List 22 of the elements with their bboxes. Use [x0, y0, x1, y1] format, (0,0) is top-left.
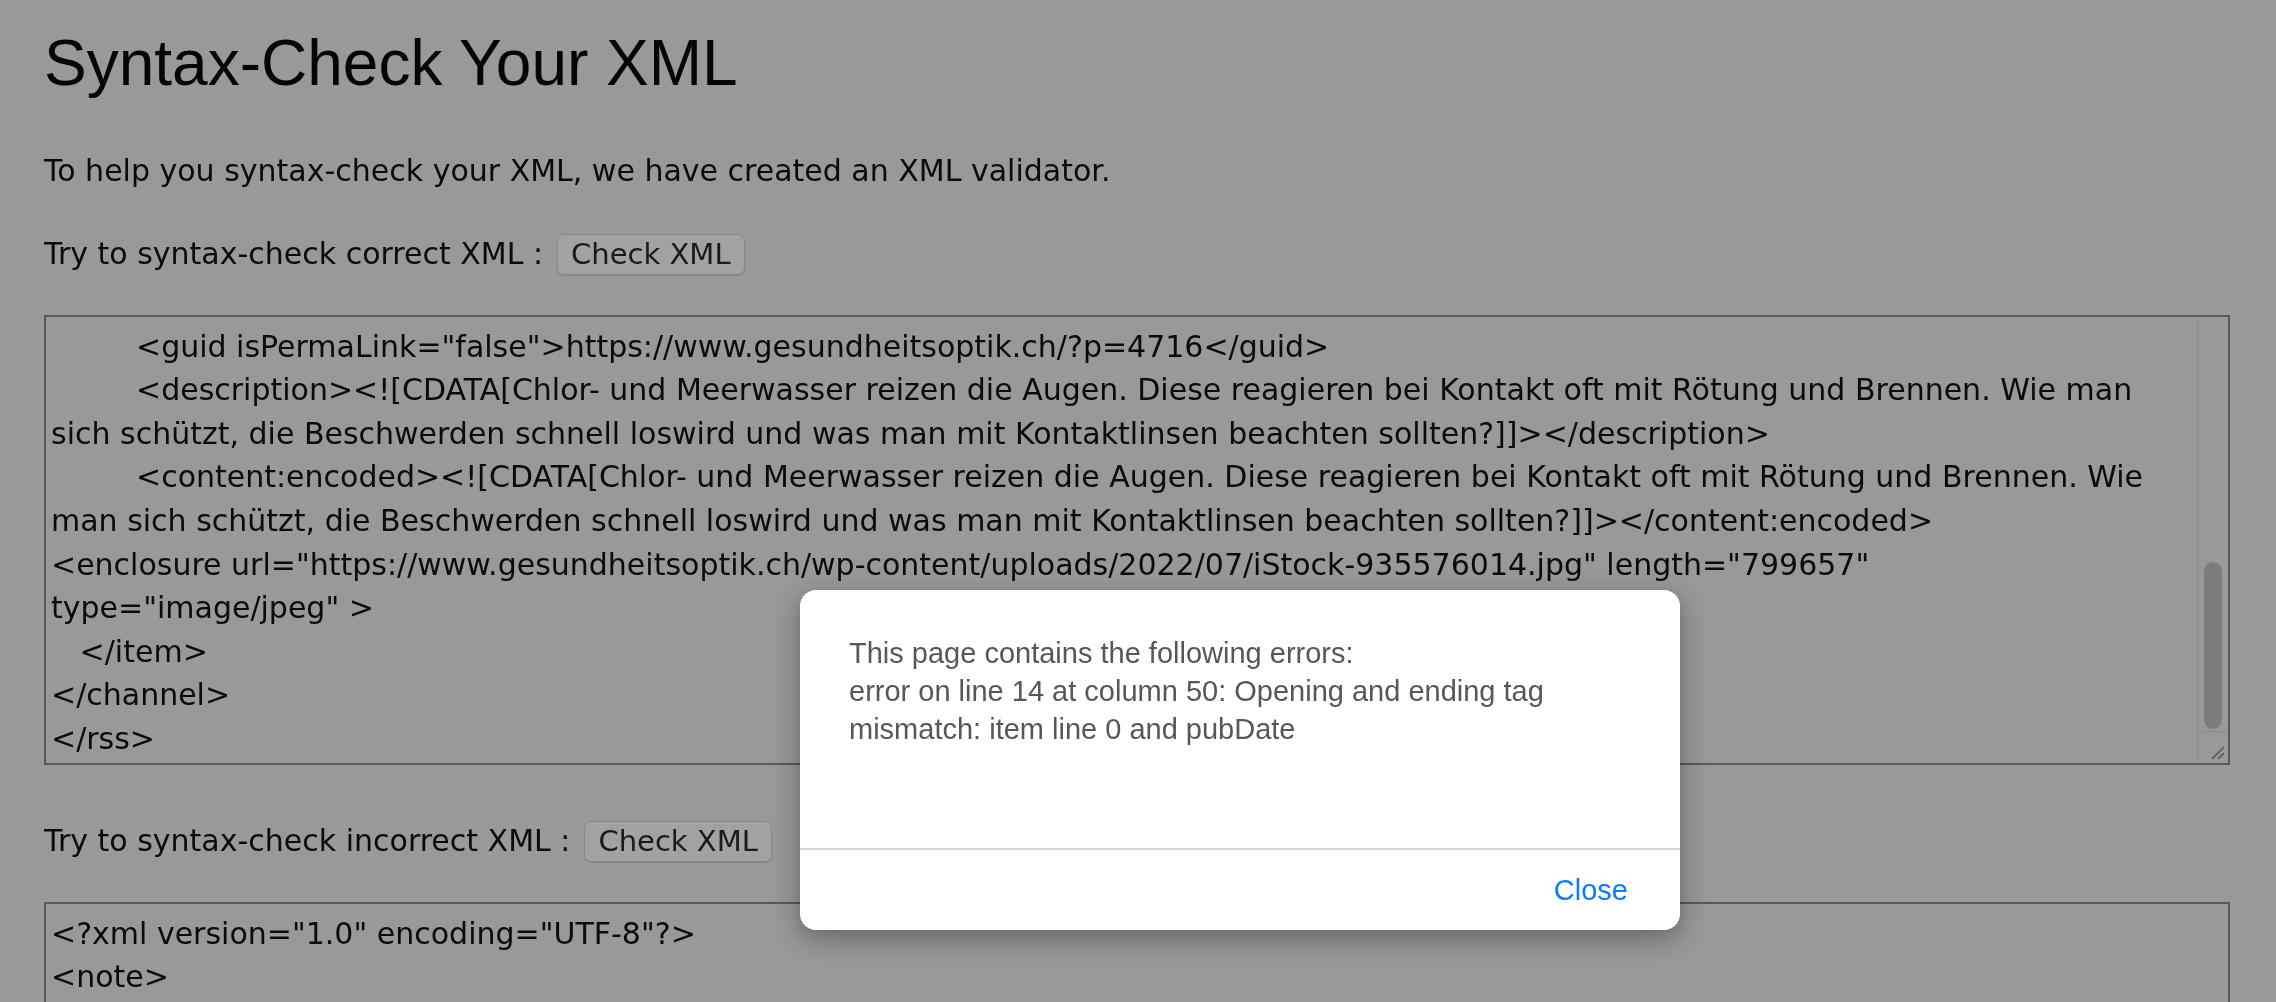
resize-grip-icon[interactable] [2211, 745, 2225, 760]
xml-text-line: </rss> [51, 720, 155, 756]
intro-text: To help you syntax-check your XML, we have created an XML validator. [44, 152, 1111, 190]
scrollbar-thumb[interactable] [2204, 561, 2222, 729]
xml-text-line: sich schützt, die Beschwerden schnell loswird und was man mit Kontaktlinsen beachten sollten?]]></description> [51, 415, 1770, 451]
page-title: Syntax-Check Your XML [44, 26, 738, 101]
xml-text-line: <guid isPermaLink="false">https://www.gesundheitsoptik.ch/?p=4716</guid> [136, 328, 1330, 364]
prompt-text: Try to syntax-check incorrect XML : [44, 823, 571, 860]
xml-text-line: <enclosure url="https://www.gesundheitsoptik.ch/wp-content/uploads/2022/07/iStock-935576014.jpg" length="799657" [51, 546, 1870, 582]
xml-text-line: </item> [79, 633, 208, 669]
error-message: error on line 14 at column 50: Opening and ending tag mismatch: item line 0 and pubDate [849, 674, 1545, 747]
xml-text-line: <content:encoded><![CDATA[Chlor- und Meerwasser reizen die Augen. Diese reagieren bei Kontakt oft mit Rötung und Brennen. Wie [136, 459, 2144, 495]
check-xml-button[interactable]: Check XML [557, 233, 745, 275]
xml-text-line: <?xml version="1.0" encoding="UTF-8"?> [51, 915, 696, 951]
xml-text-line: </channel> [51, 677, 231, 713]
check-xml-button[interactable]: Check XML [584, 820, 772, 862]
dialog-message: This page contains the following errors: [849, 636, 1354, 671]
prompt-text: Try to syntax-check correct XML : [44, 236, 544, 273]
xml-text-line: <note> [51, 959, 169, 995]
xml-text-line: <description><![CDATA[Chlor- und Meerwasser reizen die Augen. Diese reagieren bei Kontakt oft mit Rötung und Brennen. Wie man [136, 372, 2133, 408]
xml-text-line: type="image/jpeg" > [51, 590, 374, 626]
xml-text-line: man sich schützt, die Beschwerden schnell loswird und was man mit Kontaktlinsen beachten sollten?]]></content:encoded> [51, 502, 1934, 538]
